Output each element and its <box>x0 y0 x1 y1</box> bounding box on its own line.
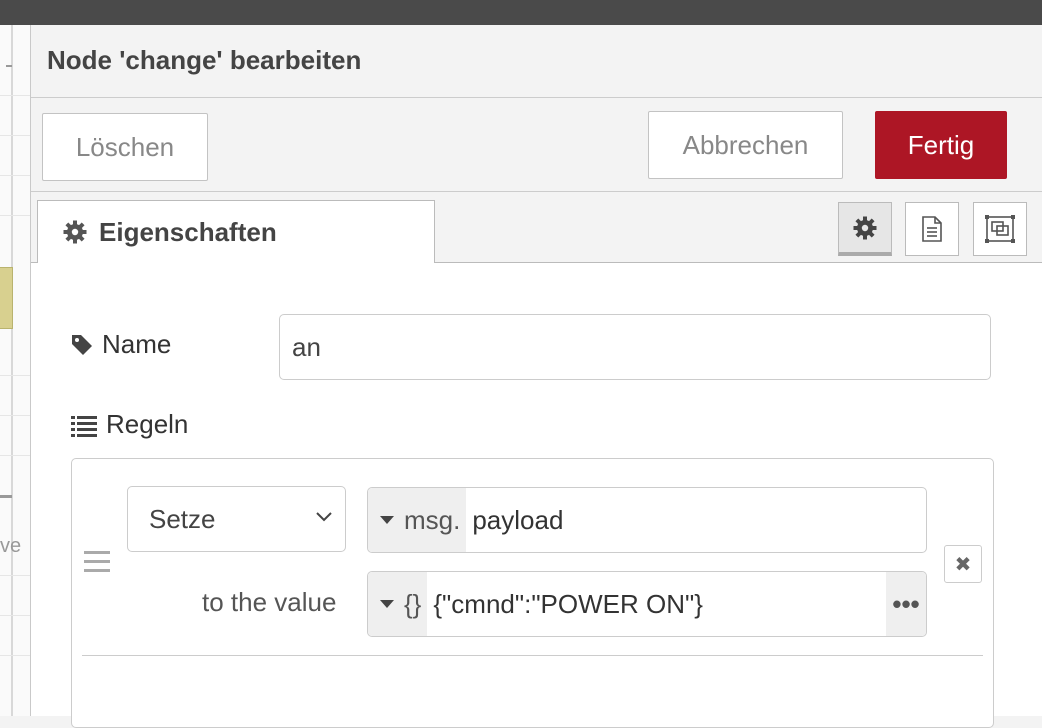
delete-button[interactable]: Löschen <box>42 113 208 181</box>
value-typed-input[interactable]: {} {"cmnd":"POWER ON"} ••• <box>367 571 927 637</box>
rules-divider <box>82 655 983 656</box>
flow-node-fragment[interactable] <box>0 267 13 329</box>
tab-properties-label: Eigenschaften <box>99 216 277 247</box>
cancel-button[interactable]: Abbrechen <box>648 111 843 179</box>
rules-label: Regeln <box>106 409 189 439</box>
workspace-grid-line <box>0 615 30 616</box>
workspace-marker <box>6 65 12 67</box>
workspace-grid-line <box>0 215 30 216</box>
property-typed-input[interactable]: msg. payload <box>367 487 927 553</box>
expand-editor-button[interactable]: ••• <box>886 572 926 636</box>
chevron-down-icon <box>316 512 332 522</box>
workspace-text-fragment: ve <box>0 535 22 557</box>
workspace-grid-line <box>0 375 30 376</box>
workspace-grid-line <box>0 175 30 176</box>
rules-row-label: Regeln <box>70 409 188 440</box>
value-input[interactable]: {"cmnd":"POWER ON"} <box>427 572 886 636</box>
top-bar <box>0 0 1042 25</box>
workspace-grid-line <box>0 655 30 656</box>
rule-action-select[interactable]: Setze <box>127 486 346 552</box>
caret-down-icon <box>380 516 394 524</box>
to-value-label: to the value <box>202 587 337 617</box>
appearance-icon <box>985 215 1015 243</box>
dialog-title: Node 'change' bearbeiten <box>47 45 362 75</box>
gear-icon <box>853 216 877 239</box>
value-type-label: {} <box>404 588 422 619</box>
workspace-edge: ve <box>0 25 31 716</box>
rules-list: Setze msg. payload to the value {} {"cmn… <box>71 458 994 728</box>
properties-panel: Name an Regeln Setze msg. payload to the… <box>31 263 1042 728</box>
name-input[interactable]: an <box>279 314 991 380</box>
tab-appearance[interactable] <box>973 202 1027 256</box>
list-icon <box>71 415 97 437</box>
property-type-button[interactable]: msg. <box>368 488 467 552</box>
workspace-grid-line <box>0 575 30 576</box>
remove-rule-button[interactable]: ✖ <box>944 545 982 583</box>
rule-action-value: Setze <box>149 503 216 534</box>
value-type-button[interactable]: {} <box>368 572 428 636</box>
workspace-grid-line <box>0 95 30 96</box>
workspace-grid-line <box>0 415 30 416</box>
property-type-label: msg. <box>404 504 461 535</box>
workspace-grid-line <box>11 25 13 716</box>
done-button[interactable]: Fertig <box>875 111 1007 179</box>
drag-handle-icon[interactable] <box>84 551 110 573</box>
tab-settings[interactable] <box>838 202 892 256</box>
tray-header: Node 'change' bearbeiten <box>31 25 1042 98</box>
tab-description[interactable] <box>905 202 959 256</box>
caret-down-icon <box>380 600 394 608</box>
edit-tray: Node 'change' bearbeiten Löschen Abbrech… <box>31 25 1042 728</box>
gear-icon <box>63 220 87 244</box>
tab-properties[interactable]: Eigenschaften <box>37 200 435 263</box>
name-label: Name <box>102 329 172 359</box>
tray-toolbar: Löschen Abbrechen Fertig <box>31 98 1042 192</box>
tab-bar: Eigenschaften <box>31 192 1042 263</box>
property-input[interactable]: payload <box>466 488 926 552</box>
flow-wire-fragment <box>0 495 12 498</box>
tag-icon <box>72 334 92 355</box>
document-icon <box>922 216 942 242</box>
workspace-grid-line <box>0 455 30 456</box>
workspace-grid-line <box>0 135 30 136</box>
name-row-label: Name <box>70 329 171 360</box>
